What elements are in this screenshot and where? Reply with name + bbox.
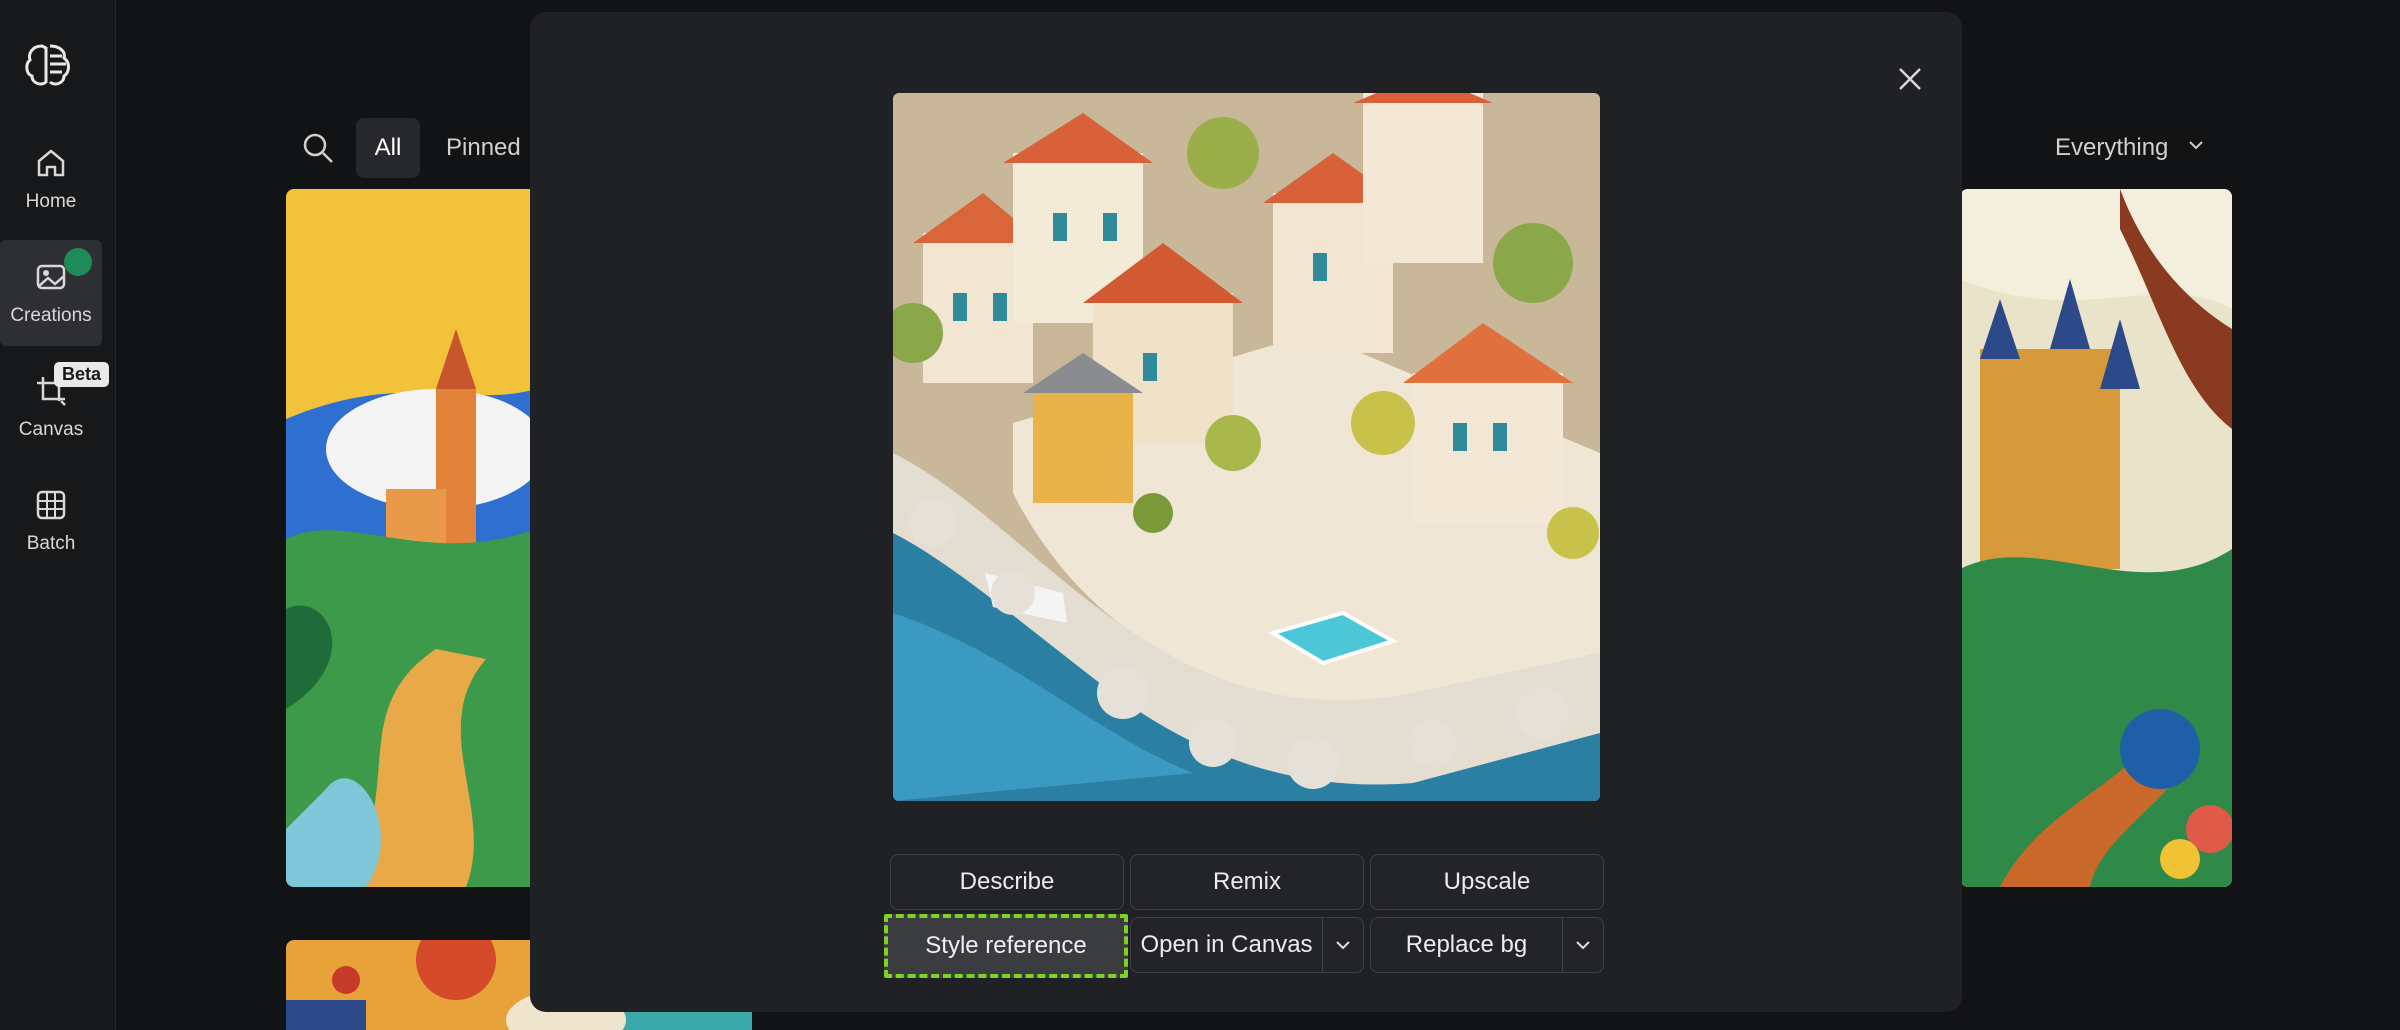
chevron-down-icon	[1336, 941, 1350, 950]
sidebar-item-label: Canvas	[18, 419, 84, 440]
coastal-village-image	[893, 93, 1600, 801]
home-icon	[33, 145, 69, 181]
filter-pinned-tab[interactable]: Pinned	[446, 134, 521, 162]
replace-bg-button[interactable]: Replace bg	[1371, 918, 1563, 972]
grid-image-icon	[33, 487, 69, 523]
status-badge	[64, 248, 92, 276]
open-in-canvas-dropdown[interactable]	[1323, 918, 1363, 972]
search-icon[interactable]	[300, 130, 336, 166]
filter-all-tab[interactable]: All	[356, 118, 420, 178]
image-detail-modal: Describe Remix Upscale Style reference O…	[530, 12, 1962, 1012]
everything-label: Everything	[2055, 134, 2169, 161]
chevron-down-icon	[1576, 941, 1590, 950]
describe-button[interactable]: Describe	[890, 854, 1124, 910]
generated-image-preview	[893, 93, 1600, 801]
castle-landscape-image	[1960, 189, 2232, 887]
brain-logo-icon[interactable]	[22, 38, 74, 90]
creation-thumbnail[interactable]	[286, 189, 536, 887]
remix-button[interactable]: Remix	[1130, 854, 1364, 910]
sidebar: Home Creations Canvas Beta Batch	[0, 0, 116, 1030]
sidebar-item-label: Batch	[26, 533, 76, 554]
open-in-canvas-button[interactable]: Open in Canvas	[1131, 918, 1323, 972]
fairytale-landscape-image	[286, 189, 536, 887]
close-button[interactable]	[1883, 52, 1937, 106]
beta-badge: Beta	[54, 362, 110, 387]
sidebar-item-label: Home	[25, 191, 77, 212]
sidebar-item-home[interactable]: Home	[0, 126, 102, 232]
replace-bg-dropdown[interactable]	[1563, 918, 1603, 972]
upscale-button[interactable]: Upscale	[1370, 854, 1604, 910]
creation-thumbnail[interactable]	[1960, 189, 2232, 887]
sidebar-item-label: Creations	[10, 305, 92, 326]
open-in-canvas-split-button: Open in Canvas	[1130, 917, 1364, 973]
style-reference-button[interactable]: Style reference	[884, 914, 1128, 978]
close-icon	[1899, 68, 1921, 90]
sidebar-item-batch[interactable]: Batch	[0, 468, 102, 574]
everything-dropdown[interactable]: Everything	[2055, 134, 2206, 162]
chevron-down-icon	[2186, 134, 2206, 162]
replace-bg-split-button: Replace bg	[1370, 917, 1604, 973]
